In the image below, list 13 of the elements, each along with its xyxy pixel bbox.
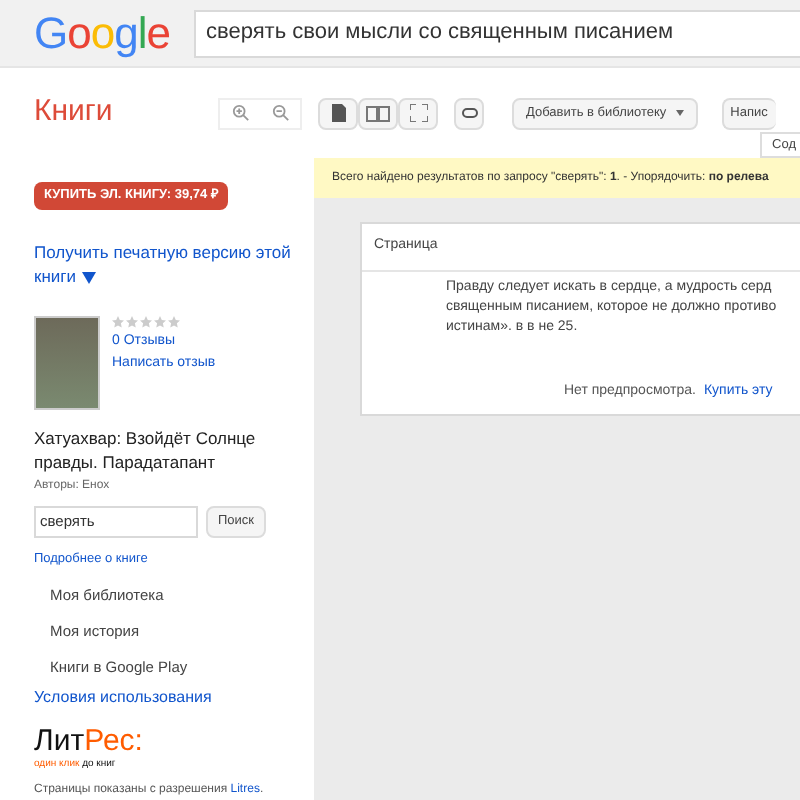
book-title: Хатуахвар: Взойдёт Солнце правды. Парадатапант <box>34 425 258 474</box>
caret-icon <box>676 110 685 116</box>
publisher-logo[interactable]: ЛитРес: <box>34 725 143 755</box>
search-field[interactable]: сверять свои мысли со священным писанием <box>194 9 800 57</box>
single-page-icon[interactable] <box>318 97 358 129</box>
book-cover[interactable] <box>34 315 100 410</box>
terms-link[interactable]: Условия использования <box>34 685 212 709</box>
print-version-link[interactable]: Получить печатную версию этой книги <box>34 239 306 288</box>
section-title[interactable]: Книги <box>34 90 202 136</box>
link-icon[interactable] <box>454 97 484 129</box>
caret-icon <box>82 271 97 283</box>
two-page-icon[interactable] <box>358 97 398 129</box>
fullscreen-icon[interactable] <box>398 97 438 129</box>
